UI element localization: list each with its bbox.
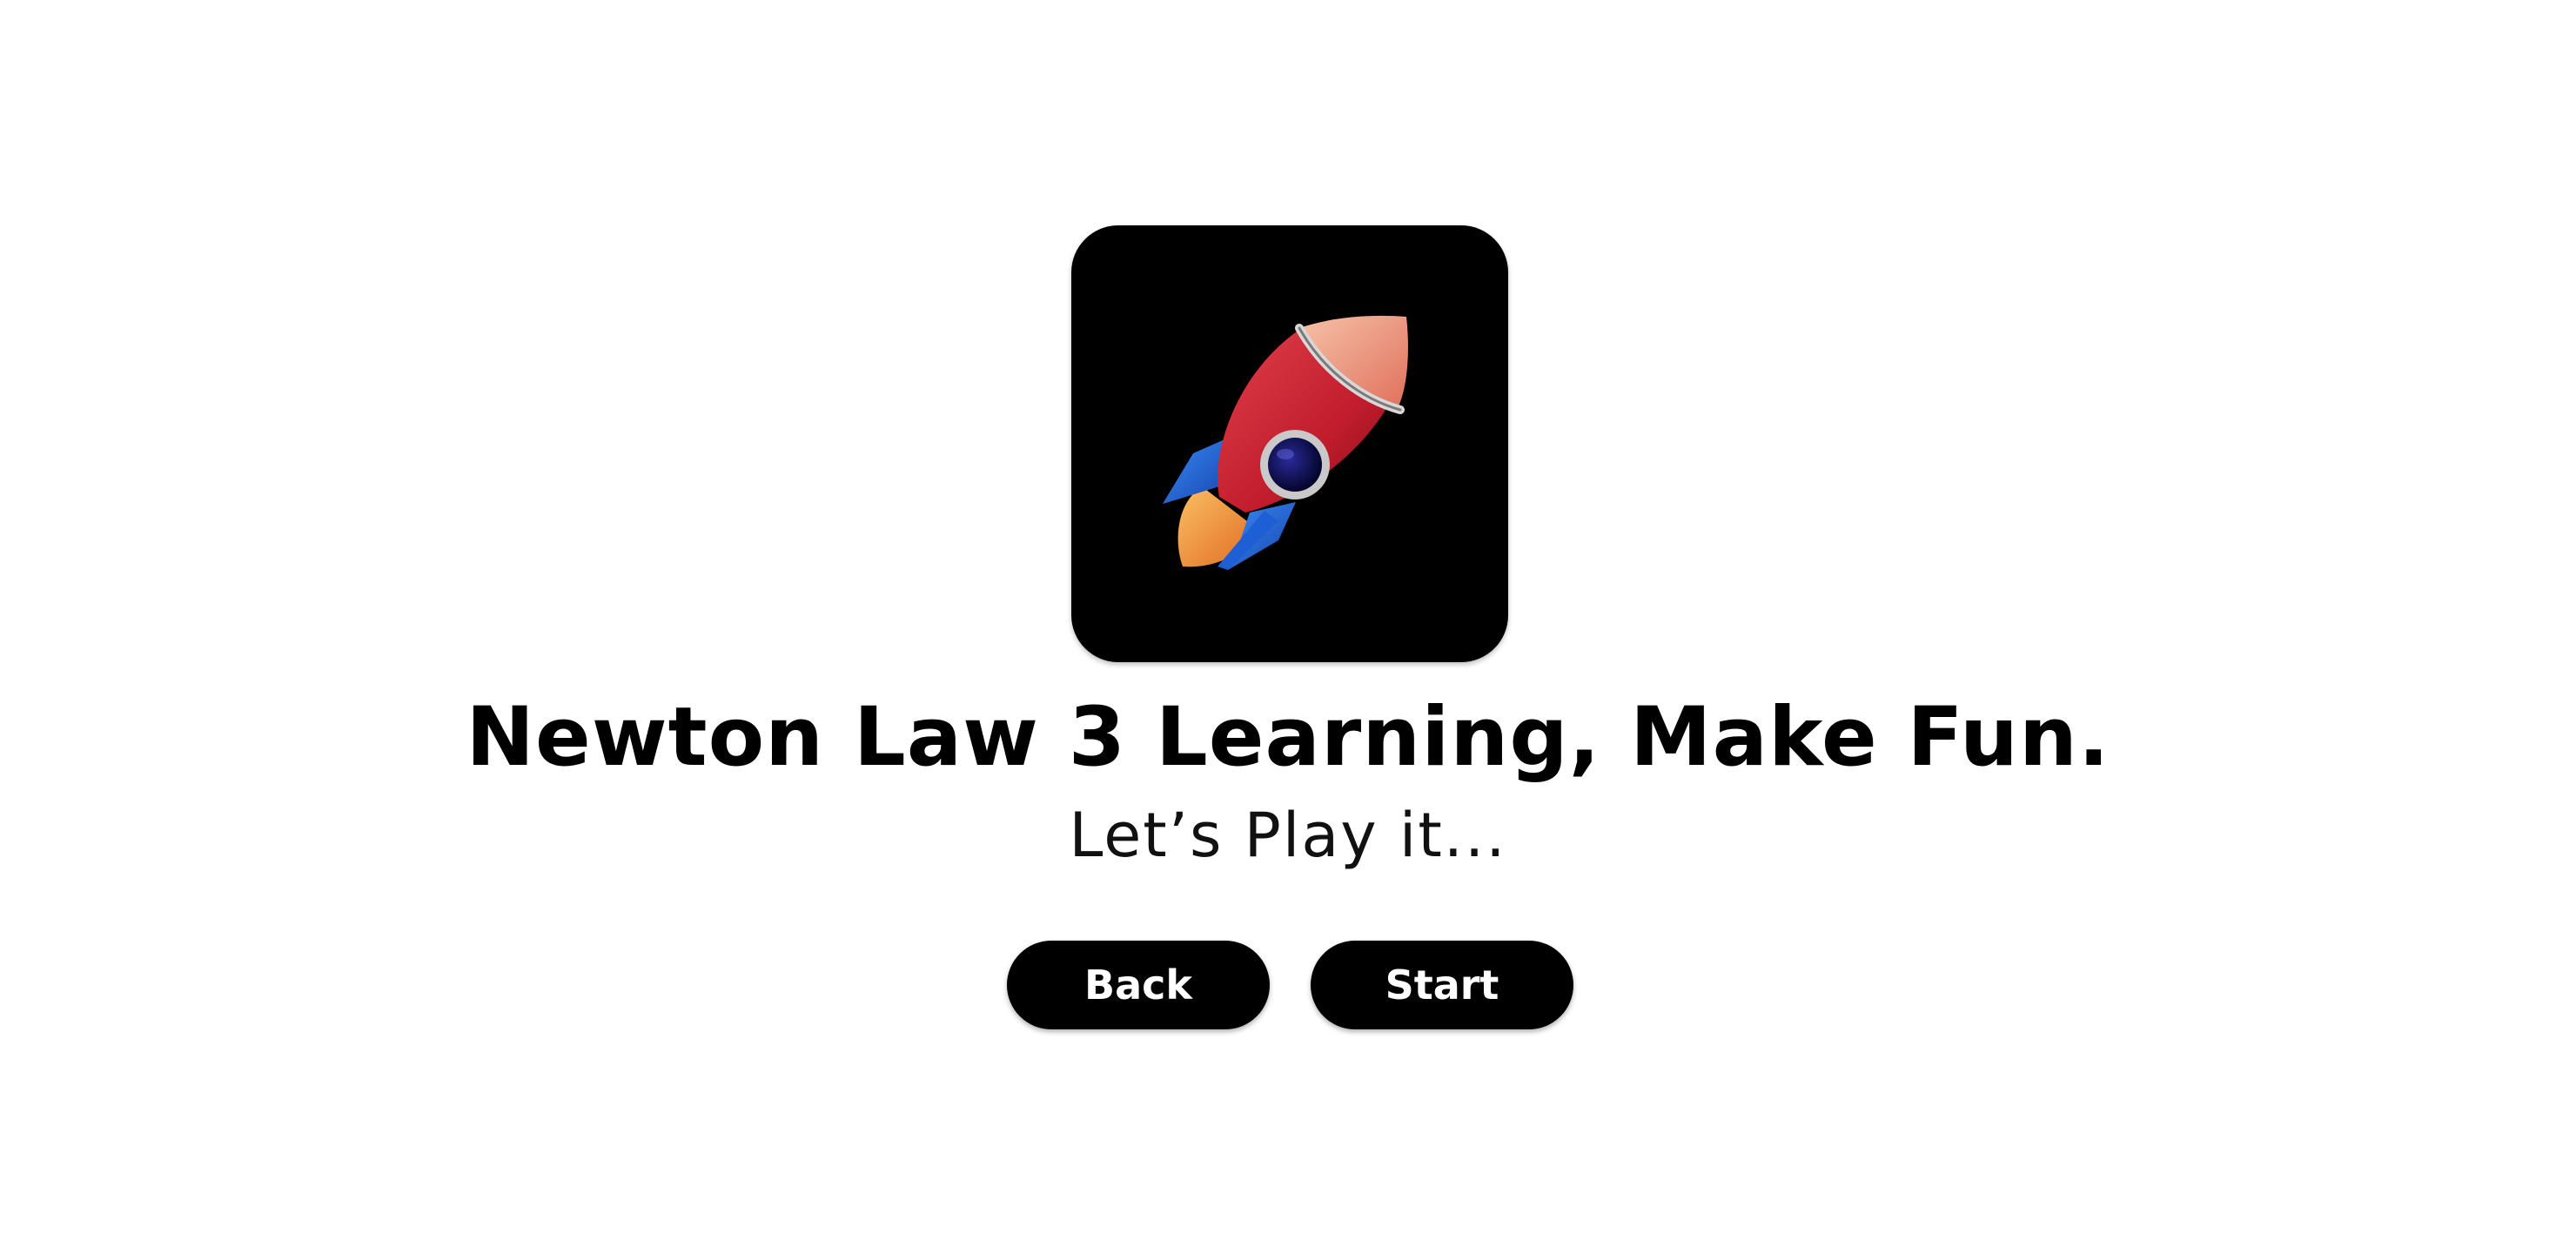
logo-card bbox=[1071, 225, 1508, 662]
start-screen: Newton Law 3 Learning, Make Fun. Let’s P… bbox=[0, 0, 2576, 1253]
start-button[interactable]: Start bbox=[1311, 941, 1573, 1029]
page-subtitle: Let’s Play it... bbox=[1069, 800, 1507, 871]
rocket-icon bbox=[1163, 315, 1408, 570]
page-title: Newton Law 3 Learning, Make Fun. bbox=[466, 690, 2110, 785]
back-button[interactable]: Back bbox=[1007, 941, 1270, 1029]
